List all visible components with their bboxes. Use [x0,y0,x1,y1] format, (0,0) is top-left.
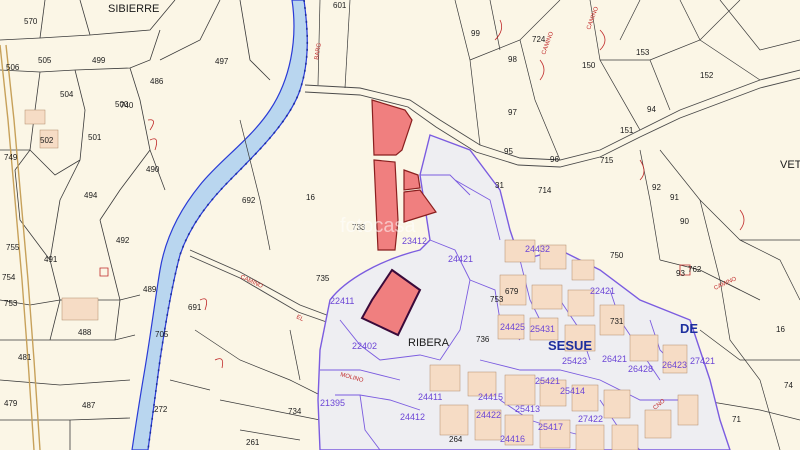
parcel-number: 153 [636,48,650,57]
parcel-number: 150 [582,61,596,70]
parcel-number: 749 [4,153,18,162]
parcel-number: 492 [116,236,130,245]
parcel-number: 16 [776,325,785,334]
parcel-number: 501 [88,133,102,142]
urban-parcel-number: 25431 [530,324,555,334]
urban-parcel-number: 24416 [500,434,525,444]
parcel-number: 705 [155,330,169,339]
urban-parcel-number: 24432 [525,244,550,254]
parcel-number: 497 [215,57,229,66]
urban-parcel-number: 26428 [628,364,653,374]
parcel-number: 16 [306,193,315,202]
parcel-number: 71 [732,415,741,424]
parcel-number: 31 [495,181,504,190]
urban-parcel-number: 27421 [690,356,715,366]
parcel-number: 750 [610,251,624,260]
parcel-number: 731 [610,317,624,326]
parcel-number: 506 [6,63,20,72]
map-canvas: SIBIERRE RIBERA SESUE DE VET CAMINO CAMI… [0,0,800,450]
parcel-number: 74 [784,381,793,390]
urban-parcel-number: 22402 [352,341,377,351]
urban-parcel-number: 24415 [478,392,503,402]
urban-parcel-number: 24425 [500,322,525,332]
parcel-number: 489 [143,285,157,294]
urban-parcel-number: 24411 [418,392,442,402]
place-name-ribera: RIBERA [408,337,450,349]
parcel-number: 753 [4,299,18,308]
parcel-number: 740 [120,101,134,110]
parcel-number: 261 [246,438,260,447]
urban-parcel-number: 25413 [515,404,540,414]
urban-parcel-number: 27422 [578,414,603,424]
parcel-number: 491 [44,255,58,264]
parcel-number: 734 [288,407,302,416]
parcel-number: 724 [532,35,546,44]
urban-parcel-number: 25417 [538,422,563,432]
parcel-number: 479 [4,399,18,408]
parcel-number: 502 [40,136,54,145]
urban-parcel-number: 21395 [320,398,345,408]
parcel-number: 754 [2,273,16,282]
parcel-number: 679 [505,287,519,296]
urban-parcel-number: 25421 [535,376,560,386]
parcel-number: 98 [508,55,517,64]
urban-parcel-number: 26421 [602,354,627,364]
parcel-number: 736 [476,335,490,344]
place-name-sibierre: SIBIERRE [108,3,159,15]
parcel-number: 753 [490,295,504,304]
parcel-number: 714 [538,186,552,195]
parcel-number: 92 [652,183,661,192]
urban-parcel-number: 22411 [330,296,354,306]
parcel-number: 735 [316,274,330,283]
parcel-number: 486 [150,77,164,86]
parcel-number: 755 [6,243,20,252]
urban-parcel-number: 22421 [590,286,615,296]
parcel-number: 494 [84,191,98,200]
parcel-number: 152 [700,71,714,80]
parcel-number: 272 [154,405,168,414]
urban-parcel-number: 25414 [560,386,585,396]
parcel-number: 151 [620,126,634,135]
place-name-de: DE [680,321,698,336]
urban-parcel-number: 24422 [476,410,501,420]
place-name-vet: VET [780,159,800,171]
parcel-number: 715 [600,156,614,165]
parcel-number: 93 [676,269,685,278]
place-name-sesue: SESUE [548,338,592,353]
parcel-number: 505 [38,56,52,65]
parcel-number: 99 [471,29,480,38]
urban-parcel-number: 25423 [562,356,587,366]
parcel-number: 91 [670,193,679,202]
parcel-number: 95 [504,147,513,156]
parcel-number: 488 [78,328,92,337]
watermark: fotocasa [340,215,416,237]
cadastral-map[interactable]: SIBIERRE RIBERA SESUE DE VET CAMINO CAMI… [0,0,800,450]
urban-parcel-number: 26423 [662,360,687,370]
parcel-number: 504 [60,90,74,99]
parcel-number: 90 [680,217,689,226]
parcel-number: 94 [647,105,656,114]
parcel-number: 264 [449,435,463,444]
parcel-number: 96 [550,155,559,164]
parcel-number: 570 [24,17,38,26]
parcel-number: 691 [188,303,202,312]
parcel-number: 692 [242,196,256,205]
parcel-number: 499 [92,56,106,65]
parcel-number: 487 [82,401,96,410]
parcel-number: 481 [18,353,32,362]
parcel-number: 601 [333,1,347,10]
parcel-number: 490 [146,165,160,174]
parcel-number: 762 [688,265,702,274]
urban-parcel-number: 24421 [448,254,473,264]
parcel-number: 97 [508,108,517,117]
urban-parcel-number: 24412 [400,412,425,422]
urban-parcel-number: 23412 [402,236,427,246]
